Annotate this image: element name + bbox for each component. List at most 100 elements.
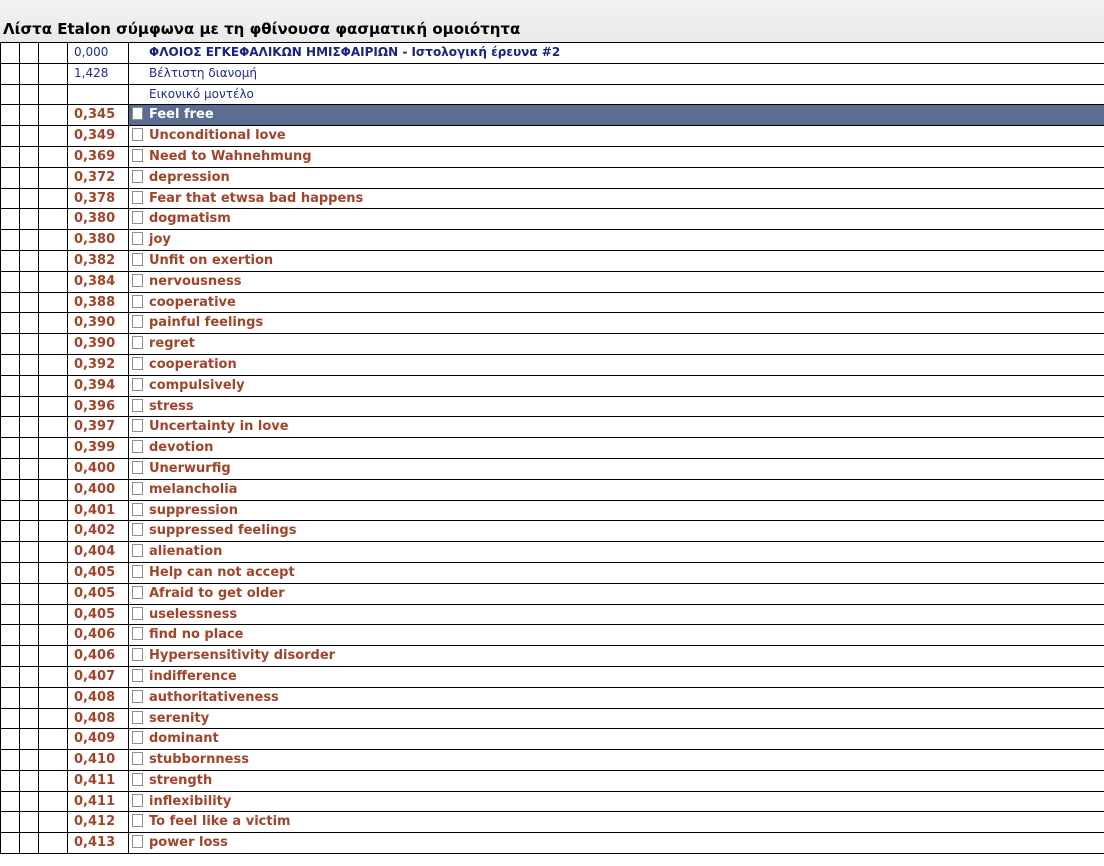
row-label: alienation [128, 542, 1104, 563]
row-cell [38, 63, 67, 85]
row-checkbox[interactable] [132, 585, 143, 599]
row-cell [19, 167, 38, 189]
row-checkbox[interactable] [132, 315, 143, 329]
etalon-row[interactable]: 0,402 suppressed feelings [0, 521, 1104, 543]
etalon-row[interactable]: 0,378 Fear that etwsa bad happens [0, 188, 1104, 210]
row-cell [38, 812, 67, 834]
header-row[interactable]: 1,428 Βέλτιστη διανομή [0, 63, 1104, 85]
row-value: 0,000 [67, 43, 128, 64]
row-checkbox[interactable] [132, 190, 143, 204]
row-checkbox[interactable] [132, 564, 143, 578]
etalon-row[interactable]: 0,394 compulsively [0, 375, 1104, 397]
row-cell [0, 812, 19, 834]
etalon-row[interactable]: 0,404 alienation [0, 542, 1104, 563]
row-cell [38, 146, 67, 168]
etalon-row[interactable]: 0,372 depression [0, 167, 1104, 189]
row-checkbox[interactable] [132, 356, 143, 370]
row-value: 0,392 [67, 354, 128, 376]
row-checkbox[interactable] [132, 606, 143, 620]
row-checkbox[interactable] [132, 481, 143, 495]
etalon-row[interactable]: 0,349 Unconditional love [0, 126, 1104, 147]
etalon-row[interactable]: 0,397 Uncertainty in love [0, 417, 1104, 439]
row-cell [19, 417, 38, 439]
row-cell [0, 479, 19, 501]
row-checkbox[interactable] [132, 814, 143, 828]
etalon-row[interactable]: 0,390 regret [0, 334, 1104, 355]
etalon-row[interactable]: 0,405 Afraid to get older [0, 583, 1104, 605]
row-checkbox[interactable] [132, 232, 143, 246]
etalon-row[interactable]: 0,411 inflexibility [0, 791, 1104, 813]
row-checkbox[interactable] [132, 107, 143, 121]
row-checkbox[interactable] [132, 668, 143, 682]
row-checkbox[interactable] [132, 273, 143, 287]
row-checkbox[interactable] [132, 294, 143, 308]
row-checkbox[interactable] [132, 835, 143, 849]
etalon-row[interactable]: 0,409 dominant [0, 729, 1104, 751]
etalon-row[interactable]: 0,405 uselessness [0, 604, 1104, 626]
etalon-row[interactable]: 0,411 strength [0, 770, 1104, 792]
row-value: 0,378 [67, 188, 128, 210]
row-checkbox[interactable] [132, 752, 143, 766]
row-cell [38, 708, 67, 730]
etalon-row[interactable]: 0,406 Hypersensitivity disorder [0, 646, 1104, 667]
row-cell [0, 500, 19, 522]
etalon-row[interactable]: 0,399 devotion [0, 438, 1104, 459]
row-checkbox[interactable] [132, 793, 143, 807]
etalon-row[interactable]: 0,392 cooperation [0, 354, 1104, 376]
header-row[interactable]: Εικονικό μοντέλο [0, 84, 1104, 106]
row-cell [38, 43, 67, 64]
row-cell [0, 542, 19, 563]
row-checkbox[interactable] [132, 544, 143, 558]
row-checkbox[interactable] [132, 252, 143, 266]
etalon-row[interactable]: 0,390 painful feelings [0, 313, 1104, 335]
row-checkbox[interactable] [132, 128, 143, 142]
row-cell [0, 209, 19, 231]
row-checkbox[interactable] [132, 523, 143, 537]
etalon-row[interactable]: 0,345 Feel free [0, 105, 1104, 127]
row-checkbox[interactable] [132, 148, 143, 162]
etalon-row[interactable]: 0,410 stubbornness [0, 750, 1104, 771]
row-cell [38, 604, 67, 626]
etalon-row[interactable]: 0,384 nervousness [0, 271, 1104, 293]
etalon-row[interactable]: 0,388 cooperative [0, 292, 1104, 314]
row-checkbox[interactable] [132, 377, 143, 391]
row-cell [19, 521, 38, 543]
row-checkbox[interactable] [132, 502, 143, 516]
etalon-row[interactable]: 0,396 stress [0, 396, 1104, 418]
etalon-row[interactable]: 0,380 joy [0, 230, 1104, 251]
header-row[interactable]: 0,000 ΦΛΟΙΟΣ ΕΓΚΕΦΑΛΙΚΩΝ ΗΜΙΣΦΑΙΡΙΩΝ - Ισ… [0, 43, 1104, 64]
row-checkbox[interactable] [132, 689, 143, 703]
etalon-row[interactable]: 0,382 Unfit on exertion [0, 250, 1104, 272]
etalon-row[interactable]: 0,406 find no place [0, 625, 1104, 647]
etalon-row[interactable]: 0,407 indifference [0, 666, 1104, 688]
row-checkbox[interactable] [132, 398, 143, 412]
row-checkbox[interactable] [132, 710, 143, 724]
row-checkbox[interactable] [132, 169, 143, 183]
row-checkbox[interactable] [132, 627, 143, 641]
etalon-row[interactable]: 0,408 authoritativeness [0, 687, 1104, 709]
row-checkbox[interactable] [132, 648, 143, 662]
etalon-row[interactable]: 0,400 Unerwurfig [0, 458, 1104, 480]
etalon-row[interactable]: 0,408 serenity [0, 708, 1104, 730]
row-checkbox[interactable] [132, 440, 143, 454]
row-cell [0, 375, 19, 397]
row-cell [19, 729, 38, 751]
row-checkbox[interactable] [132, 731, 143, 745]
row-value: 0,380 [67, 209, 128, 231]
etalon-row[interactable]: 0,369 Need to Wahnehmung [0, 146, 1104, 168]
etalon-row[interactable]: 0,401 suppression [0, 500, 1104, 522]
row-checkbox[interactable] [132, 460, 143, 474]
etalon-list[interactable]: 0,000 ΦΛΟΙΟΣ ΕΓΚΕΦΑΛΙΚΩΝ ΗΜΙΣΦΑΙΡΙΩΝ - Ισ… [0, 42, 1104, 866]
row-checkbox[interactable] [132, 336, 143, 350]
etalon-row[interactable]: 0,405 Help can not accept [0, 562, 1104, 584]
row-label: Hypersensitivity disorder [128, 646, 1104, 667]
row-checkbox[interactable] [132, 772, 143, 786]
row-checkbox[interactable] [132, 419, 143, 433]
etalon-row[interactable]: 0,400 melancholia [0, 479, 1104, 501]
row-cell [0, 84, 19, 106]
etalon-row[interactable]: 0,413 power loss [0, 833, 1104, 855]
etalon-row[interactable]: 0,412 To feel like a victim [0, 812, 1104, 834]
etalon-row[interactable]: 0,380 dogmatism [0, 209, 1104, 231]
row-checkbox[interactable] [132, 211, 143, 225]
row-label: power loss [128, 833, 1104, 855]
